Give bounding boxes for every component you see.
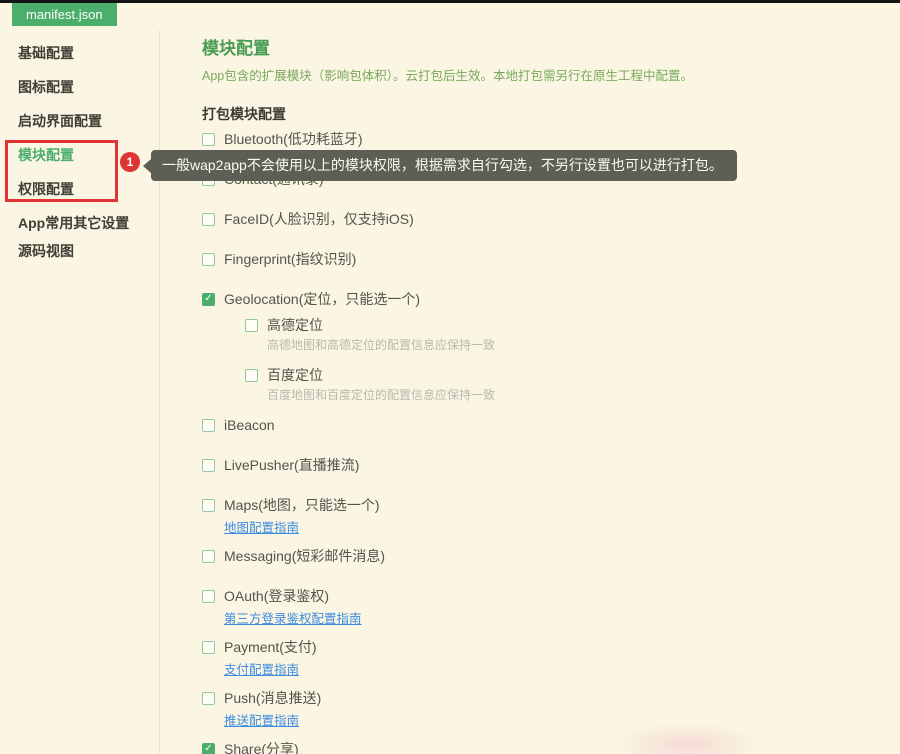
module-line: LivePusher(直播推流) [202, 457, 900, 473]
module-line: OAuth(登录鉴权) [202, 588, 900, 604]
section-heading: 打包模块配置 [202, 107, 900, 122]
module-label[interactable]: Bluetooth(低功耗蓝牙) [224, 129, 362, 149]
annotation-step-badge: 1 [120, 152, 140, 172]
window-top-bar [0, 0, 900, 3]
module-row: ✓ Share(分享) 分享配置指南 [202, 741, 900, 754]
sidebar-item-权限配置[interactable]: 权限配置 [0, 181, 159, 197]
module-row: Fingerprint(指纹识别) [202, 251, 900, 267]
module-checkbox[interactable] [202, 253, 215, 266]
module-line: ✓ Share(分享) [202, 741, 900, 754]
checkmark-icon: ✓ [204, 744, 212, 754]
module-checkbox[interactable]: ✓ [202, 743, 215, 754]
module-label[interactable]: Geolocation(定位，只能选一个) [224, 289, 420, 309]
module-row: LivePusher(直播推流) [202, 457, 900, 473]
module-config-guide-link[interactable]: 地图配置指南 [224, 517, 299, 536]
module-line: Maps(地图，只能选一个) [202, 497, 900, 513]
module-label[interactable]: LivePusher(直播推流) [224, 455, 359, 475]
module-line: Payment(支付) [202, 639, 900, 655]
module-line: FaceID(人脸识别，仅支持iOS) [202, 211, 900, 227]
module-label[interactable]: Maps(地图，只能选一个) [224, 495, 380, 515]
module-row: OAuth(登录鉴权) 第三方登录鉴权配置指南 [202, 588, 900, 628]
tab-manifest-json[interactable]: manifest.json [12, 3, 117, 26]
module-row: ✓ Geolocation(定位，只能选一个) [202, 291, 900, 307]
sidebar-item-启动界面配置[interactable]: 启动界面配置 [0, 113, 159, 129]
module-checkbox[interactable] [202, 419, 215, 432]
module-checkbox[interactable] [202, 213, 215, 226]
module-label[interactable]: Push(消息推送) [224, 688, 321, 708]
module-checkbox[interactable] [202, 641, 215, 654]
module-row: iBeacon [202, 417, 900, 433]
module-config-guide-link[interactable]: 第三方登录鉴权配置指南 [224, 608, 362, 627]
module-label[interactable]: 百度定位 [267, 365, 323, 385]
module-label[interactable]: 高德定位 [267, 315, 323, 335]
module-config-guide-link[interactable]: 支付配置指南 [224, 659, 299, 678]
module-checkbox[interactable]: ✓ [202, 293, 215, 306]
sidebar-item-基础配置[interactable]: 基础配置 [0, 45, 159, 61]
module-checkbox[interactable] [202, 459, 215, 472]
checkmark-icon: ✓ [204, 294, 212, 304]
module-checkbox[interactable] [202, 692, 215, 705]
sidebar-item-图标配置[interactable]: 图标配置 [0, 79, 159, 95]
module-label[interactable]: Fingerprint(指纹识别) [224, 249, 356, 269]
sidebar-item-源码视图[interactable]: 源码视图 [0, 243, 159, 259]
module-config-panel: 模块配置 App包含的扩展模块（影响包体积）。云打包后生效。本地打包需另行在原生… [161, 30, 900, 754]
module-line: Messaging(短彩邮件消息) [202, 548, 900, 564]
module-label[interactable]: Payment(支付) [224, 637, 317, 657]
sidebar-item-list: 基础配置图标配置启动界面配置模块配置权限配置App常用其它设置源码视图 [0, 45, 159, 259]
module-line: ✓ Geolocation(定位，只能选一个) [202, 291, 900, 307]
module-line: Bluetooth(低功耗蓝牙) [202, 131, 900, 147]
module-checkbox[interactable] [245, 369, 258, 382]
module-checkbox[interactable] [202, 590, 215, 603]
sidebar-item-App常用其它设置[interactable]: App常用其它设置 [0, 215, 159, 231]
module-line: Fingerprint(指纹识别) [202, 251, 900, 267]
module-line: iBeacon [202, 417, 900, 433]
module-row: Push(消息推送) 推送配置指南 [202, 690, 900, 730]
module-line: Push(消息推送) [202, 690, 900, 706]
module-line: 百度定位 [245, 367, 900, 383]
module-row: FaceID(人脸识别，仅支持iOS) [202, 211, 900, 227]
module-helper-text: 高德地图和高德定位的配置信息应保持一致 [267, 336, 900, 353]
module-label[interactable]: Messaging(短彩邮件消息) [224, 546, 385, 566]
module-row: 百度定位 百度地图和百度定位的配置信息应保持一致 [245, 367, 900, 403]
module-checkbox-list: Bluetooth(低功耗蓝牙) Contact(通讯录) FaceID(人脸识… [202, 131, 900, 754]
module-label[interactable]: OAuth(登录鉴权) [224, 586, 329, 606]
module-checkbox[interactable] [202, 133, 215, 146]
module-label[interactable]: iBeacon [224, 417, 275, 433]
module-row: 高德定位 高德地图和高德定位的配置信息应保持一致 [245, 317, 900, 353]
module-checkbox[interactable] [202, 550, 215, 563]
module-config-guide-link[interactable]: 推送配置指南 [224, 710, 299, 729]
module-label[interactable]: FaceID(人脸识别，仅支持iOS) [224, 209, 414, 229]
module-row: Payment(支付) 支付配置指南 [202, 639, 900, 679]
module-checkbox[interactable] [245, 319, 258, 332]
module-row: Maps(地图，只能选一个) 地图配置指南 [202, 497, 900, 537]
config-sidebar: 基础配置图标配置启动界面配置模块配置权限配置App常用其它设置源码视图 [0, 30, 160, 754]
annotation-tooltip: 一般wap2app不会使用以上的模块权限，根据需求自行勾选，不另行设置也可以进行… [151, 150, 737, 181]
module-row: Messaging(短彩邮件消息) [202, 548, 900, 564]
module-checkbox[interactable] [202, 499, 215, 512]
module-line: 高德定位 [245, 317, 900, 333]
module-row: Bluetooth(低功耗蓝牙) [202, 131, 900, 147]
module-helper-text: 百度地图和百度定位的配置信息应保持一致 [267, 386, 900, 403]
page-title: 模块配置 [202, 38, 900, 60]
page-subtitle: App包含的扩展模块（影响包体积）。云打包后生效。本地打包需另行在原生工程中配置… [202, 68, 900, 84]
module-label[interactable]: Share(分享) [224, 739, 299, 754]
